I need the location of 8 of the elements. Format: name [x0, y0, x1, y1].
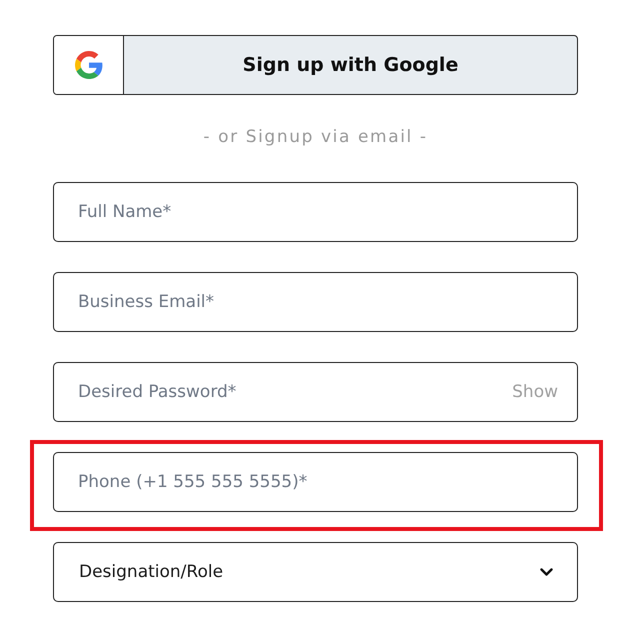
- role-select[interactable]: Designation/Role: [53, 542, 578, 602]
- divider-text: - or Signup via email -: [203, 126, 428, 148]
- phone-field[interactable]: Phone (+1 555 555 5555)*: [53, 452, 578, 512]
- google-signup-button[interactable]: Sign up with Google: [53, 35, 578, 95]
- name-field[interactable]: Full Name*: [53, 182, 578, 242]
- g-logo-icon: [74, 51, 102, 79]
- chevron-icon: [540, 568, 553, 576]
- email-field[interactable]: Business Email*: [53, 272, 578, 332]
